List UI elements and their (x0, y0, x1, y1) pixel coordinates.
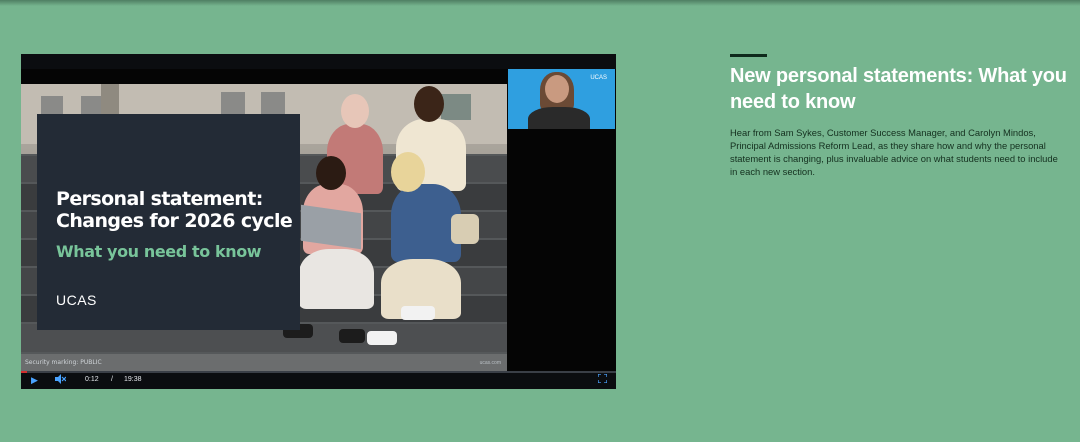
time-separator: / (111, 376, 113, 383)
photo-credit: ucas.com (479, 360, 501, 366)
play-icon: ▶ (31, 375, 38, 385)
video-player[interactable]: Security marking: PUBLIC ucas.com Person… (21, 54, 616, 389)
player-top-bar (21, 54, 616, 69)
mute-button[interactable] (55, 374, 67, 387)
video-title: Personal statement: Changes for 2026 cyc… (56, 188, 293, 232)
player-controls: ▶ 0:12 / 19:38 (21, 371, 616, 389)
webcam-inset: UCAS (508, 69, 615, 129)
current-time: 0:12 (85, 376, 99, 383)
article-description: Hear from Sam Sykes, Customer Success Ma… (730, 127, 1058, 177)
duration: 19:38 (124, 376, 142, 383)
volume-muted-icon (55, 374, 67, 384)
video-frame[interactable]: Security marking: PUBLIC ucas.com Person… (21, 69, 616, 371)
title-card: Personal statement: Changes for 2026 cyc… (37, 114, 300, 330)
video-subtitle: What you need to know (56, 242, 262, 261)
article-heading: New personal statements: What you need t… (730, 65, 1067, 113)
webcam-ucas-logo: UCAS (590, 75, 607, 81)
header-shadow (0, 0, 1080, 6)
fullscreen-button[interactable] (597, 373, 608, 386)
progress-fill (21, 371, 27, 373)
ucas-logo: UCAS (56, 292, 97, 308)
play-button[interactable]: ▶ (31, 374, 38, 386)
security-marking: Security marking: PUBLIC (25, 359, 102, 366)
progress-bar[interactable] (21, 371, 616, 373)
fullscreen-icon (597, 373, 608, 384)
heading-rule (730, 54, 767, 57)
